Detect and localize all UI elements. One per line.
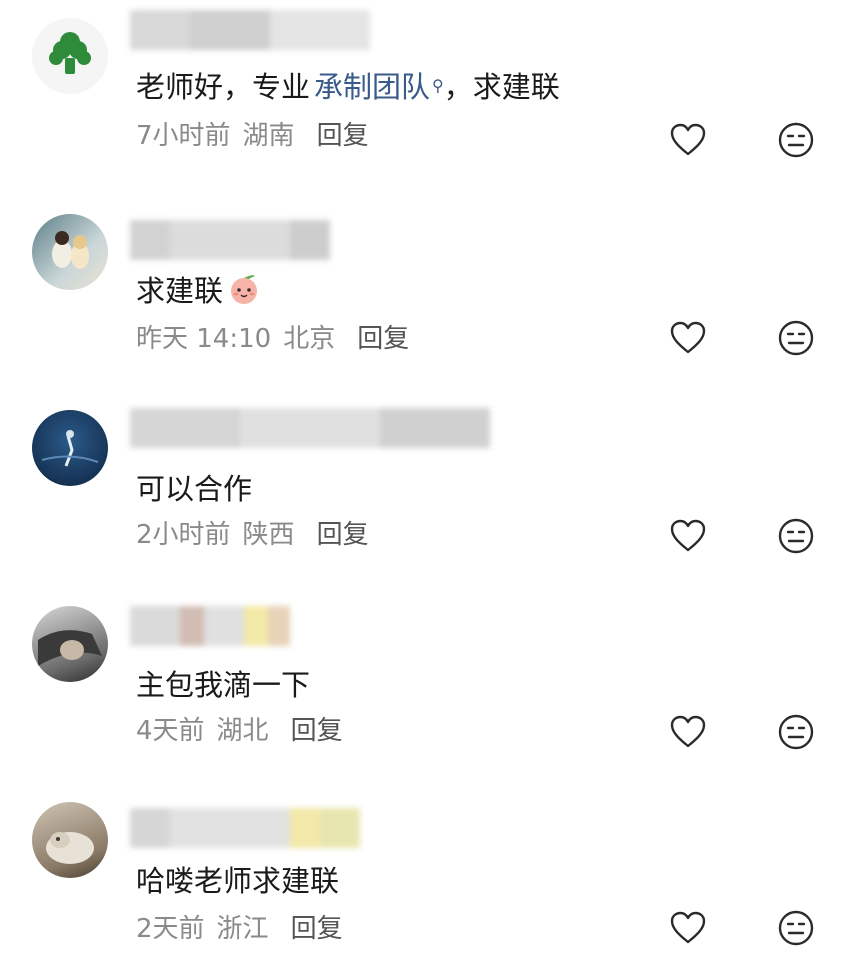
comment-text: 主包我滴一下 bbox=[136, 668, 311, 702]
search-icon: ⚲ bbox=[432, 75, 444, 95]
meh-face-icon[interactable] bbox=[776, 318, 816, 358]
comment-meta: 7小时前 湖南 回复 bbox=[136, 115, 369, 152]
heart-outline-icon[interactable] bbox=[668, 908, 708, 948]
avatar[interactable] bbox=[32, 606, 108, 682]
username-blurred bbox=[130, 220, 330, 260]
comment-location: 陕西 bbox=[242, 520, 295, 550]
comment-item: 哈喽老师求建联 2天前 浙江 回复 bbox=[0, 784, 842, 954]
comment-item: 可以合作 2小时前 陕西 回复 bbox=[0, 392, 842, 588]
search-link[interactable]: 承制团队 bbox=[314, 64, 430, 106]
reply-button[interactable]: 回复 bbox=[317, 121, 369, 151]
avatar[interactable] bbox=[32, 410, 108, 486]
comment-text: 可以合作 bbox=[136, 472, 253, 506]
comment-meta: 2天前 浙江 回复 bbox=[136, 908, 343, 945]
comment-location: 浙江 bbox=[216, 914, 269, 944]
heart-outline-icon[interactable] bbox=[668, 120, 708, 160]
meh-face-icon[interactable] bbox=[776, 712, 816, 752]
reply-button[interactable]: 回复 bbox=[291, 716, 343, 746]
avatar[interactable] bbox=[32, 802, 108, 878]
comment-text: 哈喽老师求建联 bbox=[136, 864, 340, 898]
comment-location: 北京 bbox=[283, 324, 336, 354]
meh-face-icon[interactable] bbox=[776, 516, 816, 556]
comment-meta: 4天前 湖北 回复 bbox=[136, 710, 343, 747]
heart-outline-icon[interactable] bbox=[668, 318, 708, 358]
meh-face-icon[interactable] bbox=[776, 120, 816, 160]
username-blurred bbox=[130, 10, 370, 50]
heart-outline-icon[interactable] bbox=[668, 712, 708, 752]
username-blurred bbox=[130, 606, 290, 646]
comment-item: 老师好，专业 承制团队 ⚲ ，求建联 7小时前 湖南 回复 bbox=[0, 0, 842, 196]
reply-button[interactable]: 回复 bbox=[291, 914, 343, 944]
comment-meta: 昨天 14:10 北京 回复 bbox=[136, 318, 409, 355]
comment-text: 求建联 bbox=[136, 268, 261, 310]
comment-item: 求建联 昨天 14:10 北京 回复 bbox=[0, 196, 842, 392]
comment-time: 7小时前 bbox=[136, 121, 231, 151]
comment-location: 湖北 bbox=[216, 716, 269, 746]
avatar[interactable] bbox=[32, 214, 108, 290]
comment-item: 主包我滴一下 4天前 湖北 回复 bbox=[0, 588, 842, 784]
comment-location: 湖南 bbox=[242, 121, 295, 151]
username-blurred bbox=[130, 408, 490, 448]
meh-face-icon[interactable] bbox=[776, 908, 816, 948]
broccoli-icon bbox=[32, 18, 108, 94]
peach-face-emoji bbox=[231, 275, 258, 304]
reply-button[interactable]: 回复 bbox=[317, 520, 369, 550]
comment-time: 4天前 bbox=[136, 716, 205, 746]
heart-outline-icon[interactable] bbox=[668, 516, 708, 556]
reply-button[interactable]: 回复 bbox=[357, 324, 409, 354]
username-blurred bbox=[130, 808, 360, 848]
portrait-avatar bbox=[38, 630, 102, 666]
comment-time: 2天前 bbox=[136, 914, 205, 944]
comment-text: 老师好，专业 承制团队 ⚲ ，求建联 bbox=[136, 64, 560, 106]
avatar[interactable] bbox=[32, 18, 108, 94]
comment-time: 昨天 14:10 bbox=[136, 324, 272, 354]
comment-meta: 2小时前 陕西 回复 bbox=[136, 514, 369, 551]
photo-avatar bbox=[52, 231, 89, 269]
comment-time: 2小时前 bbox=[136, 520, 231, 550]
ocean-avatar bbox=[41, 430, 99, 467]
dog-avatar bbox=[46, 832, 94, 864]
